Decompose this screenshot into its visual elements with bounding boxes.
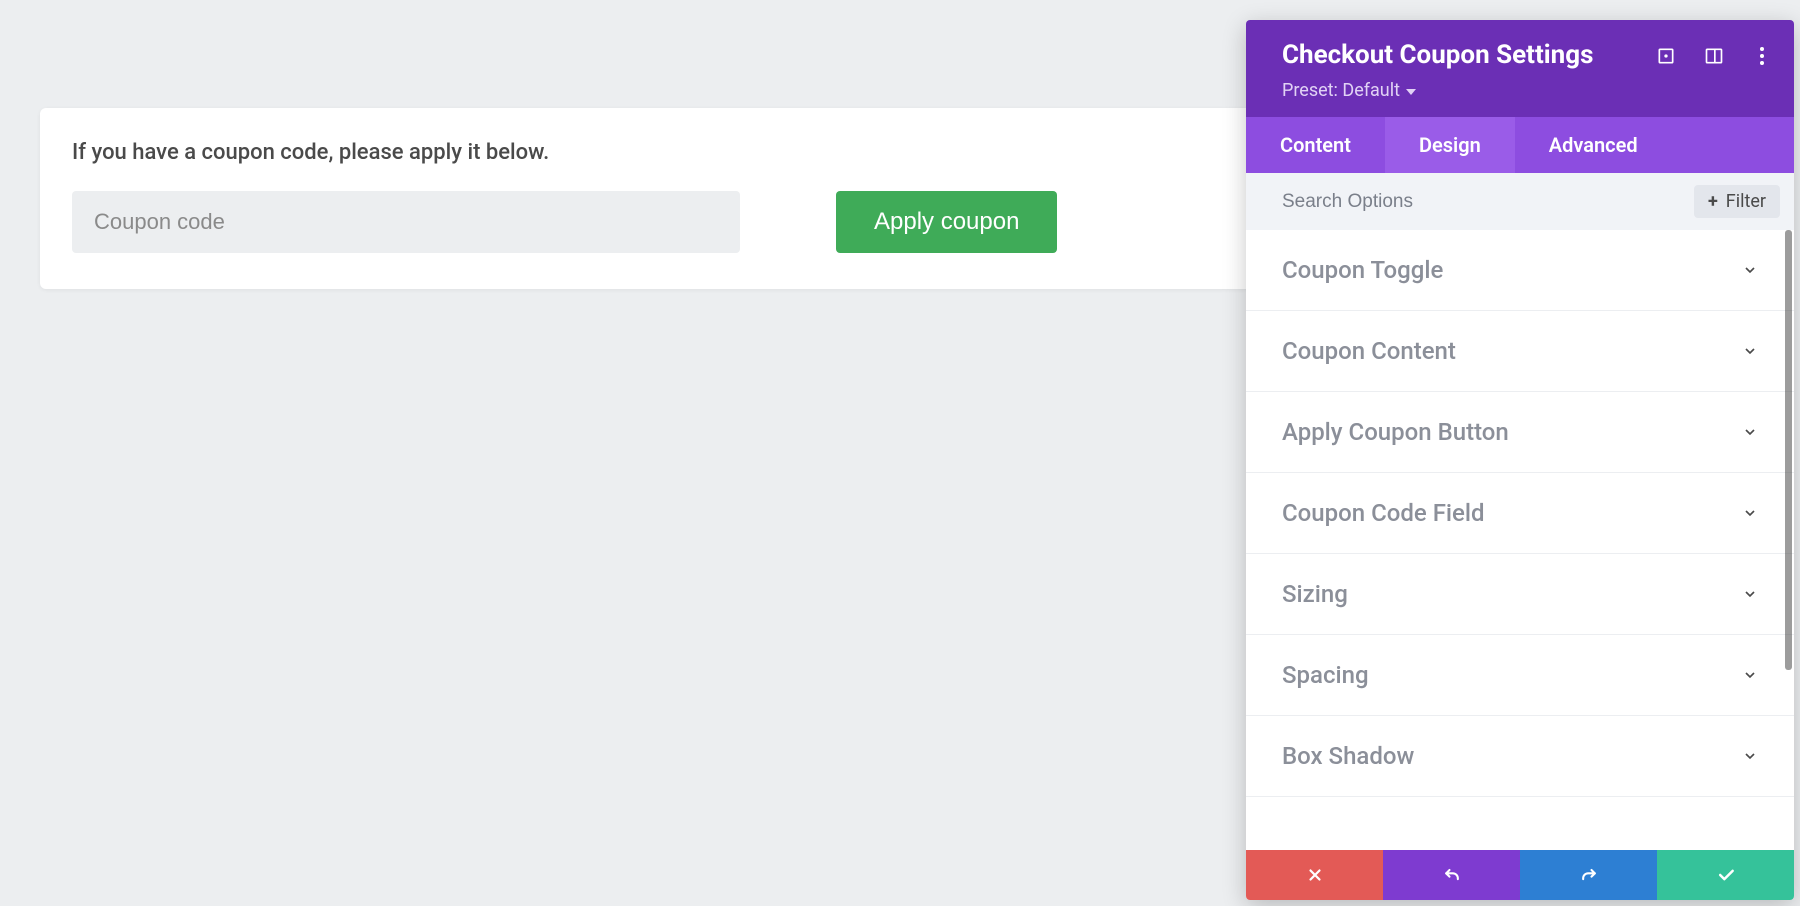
chevron-down-icon [1742,505,1758,521]
option-list[interactable]: Coupon Toggle Coupon Content Apply Coupo… [1246,230,1794,850]
layout-icon[interactable] [1704,46,1724,66]
option-label: Box Shadow [1282,742,1414,770]
panel-header: Checkout Coupon Settings Preset: Default [1246,20,1794,117]
panel-title-block: Checkout Coupon Settings Preset: Default [1282,40,1593,101]
option-sizing[interactable]: Sizing [1246,554,1794,635]
header-icons [1656,40,1772,66]
redo-button[interactable] [1520,850,1657,900]
cancel-button[interactable] [1246,850,1383,900]
coupon-row: Apply coupon [72,191,1234,253]
apply-coupon-button[interactable]: Apply coupon [836,191,1057,253]
chevron-down-icon [1742,424,1758,440]
preset-label: Preset: Default [1282,80,1400,101]
scrollbar[interactable] [1785,230,1792,670]
caret-down-icon [1406,89,1416,95]
tab-advanced[interactable]: Advanced [1515,117,1672,173]
search-bar: + Filter [1246,173,1794,230]
chevron-down-icon [1742,343,1758,359]
filter-button[interactable]: + Filter [1694,185,1780,218]
option-label: Coupon Toggle [1282,256,1443,284]
option-label: Coupon Content [1282,337,1456,365]
chevron-down-icon [1742,586,1758,602]
option-spacing[interactable]: Spacing [1246,635,1794,716]
option-label: Sizing [1282,580,1348,608]
option-coupon-toggle[interactable]: Coupon Toggle [1246,230,1794,311]
tab-content[interactable]: Content [1246,117,1385,173]
search-options-input[interactable] [1282,191,1694,213]
option-label: Spacing [1282,661,1369,689]
option-box-shadow[interactable]: Box Shadow [1246,716,1794,797]
coupon-code-input[interactable] [72,191,740,253]
plus-icon: + [1708,191,1718,212]
panel-tabs: Content Design Advanced [1246,117,1794,173]
option-apply-coupon-button[interactable]: Apply Coupon Button [1246,392,1794,473]
panel-footer [1246,850,1794,900]
option-label: Coupon Code Field [1282,499,1485,527]
coupon-card: If you have a coupon code, please apply … [40,108,1266,289]
save-button[interactable] [1657,850,1794,900]
chevron-down-icon [1742,262,1758,278]
option-label: Apply Coupon Button [1282,418,1509,446]
settings-panel: Checkout Coupon Settings Preset: Default… [1246,20,1794,900]
preset-dropdown[interactable]: Preset: Default [1282,80,1593,101]
option-coupon-code-field[interactable]: Coupon Code Field [1246,473,1794,554]
coupon-prompt: If you have a coupon code, please apply … [72,140,1234,165]
option-coupon-content[interactable]: Coupon Content [1246,311,1794,392]
panel-title: Checkout Coupon Settings [1282,40,1593,70]
chevron-down-icon [1742,748,1758,764]
undo-button[interactable] [1383,850,1520,900]
tab-design[interactable]: Design [1385,117,1515,173]
more-menu-icon[interactable] [1752,46,1772,66]
expand-icon[interactable] [1656,46,1676,66]
chevron-down-icon [1742,667,1758,683]
filter-label: Filter [1726,191,1766,212]
